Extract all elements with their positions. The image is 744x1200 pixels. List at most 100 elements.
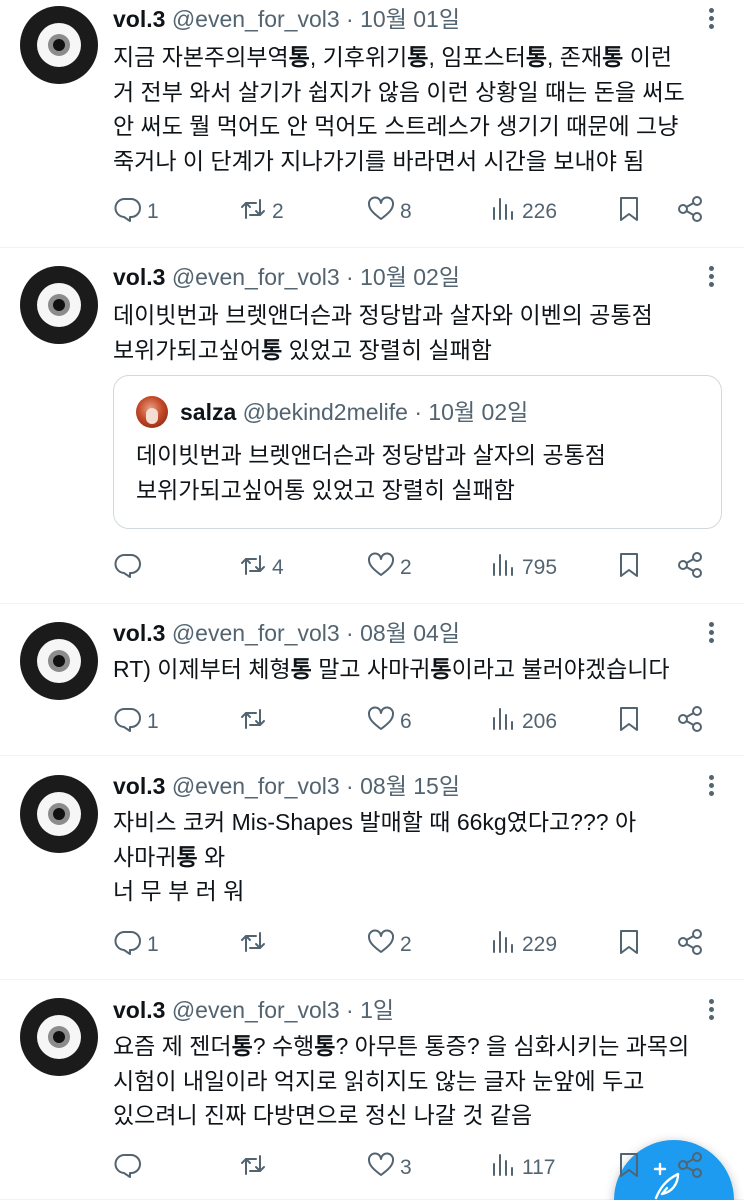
share-button[interactable]: [675, 1151, 705, 1185]
author-handle[interactable]: @even_for_vol3: [172, 997, 340, 1023]
reply-icon: [113, 704, 143, 740]
tweet-date[interactable]: 08월 15일: [360, 773, 460, 799]
bookmark-icon: [614, 704, 644, 740]
tweet-text: 지금 자본주의부역통, 기후위기통, 임포스터통, 존재통 이런 거 전부 와서 …: [113, 40, 723, 178]
bookmark-button[interactable]: [614, 705, 644, 739]
reply-icon: [113, 1150, 143, 1186]
views-button[interactable]: 226: [488, 195, 557, 229]
view-count: 206: [522, 710, 558, 733]
bookmark-button[interactable]: [614, 928, 644, 962]
tweet-date[interactable]: 1일: [360, 997, 394, 1023]
eye-avatar[interactable]: [20, 6, 98, 84]
author-name[interactable]: vol.3: [113, 773, 165, 799]
reply-button[interactable]: [113, 1151, 147, 1185]
tweet-date[interactable]: 10월 01일: [360, 6, 460, 32]
bookmark-button[interactable]: [614, 195, 644, 229]
reply-button[interactable]: 1: [113, 195, 159, 229]
quoted-text: 데이빗번과 브렛앤더슨과 정당밥과 살자의 공통점 보위가되고싶어통 있었고 장렬…: [136, 438, 706, 508]
author-handle[interactable]: @even_for_vol3: [172, 773, 340, 799]
views-button[interactable]: 117: [488, 1151, 555, 1185]
bookmark-button[interactable]: [614, 551, 644, 585]
tweet-text-line: 있으려니 진짜 다방면으로 정신 나갈 것 같음: [113, 1098, 723, 1133]
reply-count: 1: [147, 200, 159, 223]
text-segment: 보위가되고싶어: [113, 336, 262, 363]
like-button[interactable]: 6: [366, 705, 412, 739]
reply-button[interactable]: 1: [113, 705, 159, 739]
views-button[interactable]: 795: [488, 551, 557, 585]
author-name[interactable]: vol.3: [113, 264, 165, 290]
author-name[interactable]: vol.3: [113, 997, 165, 1023]
reply-button[interactable]: 1: [113, 928, 159, 962]
text-segment: 있었고 장렬히 실패함: [282, 336, 492, 363]
view-count: 795: [522, 556, 558, 579]
author-name[interactable]: vol.3: [113, 620, 165, 646]
bookmark-icon: [614, 927, 644, 963]
highlight-keyword: 통: [430, 656, 452, 682]
like-button[interactable]: 3: [366, 1151, 412, 1185]
tweet-header: vol.3 @even_for_vol3 · 08월 15일: [113, 771, 460, 801]
retweet-button[interactable]: 2: [238, 195, 284, 229]
eye-avatar[interactable]: [20, 775, 98, 853]
views-button[interactable]: 229: [488, 928, 557, 962]
tweet-date[interactable]: 10월 02일: [360, 264, 460, 290]
like-count: 2: [400, 933, 412, 956]
tweet-actions: 1 6 206: [113, 705, 713, 739]
retweet-button[interactable]: [238, 705, 272, 739]
highlight-keyword: 통: [525, 44, 548, 70]
quoted-tweet[interactable]: salza @bekind2melife · 10월 02일 데이빗번과 브렛앤더…: [113, 375, 722, 529]
tweet-text-line: 데이빗번과 브렛앤더슨과 정당밥과 살자와 이벤의 공통점: [113, 298, 723, 333]
tweet-text-line: 시험이 내일이라 억지로 읽히지도 않는 글자 눈앞에 두고: [113, 1064, 723, 1099]
bookmark-icon: [614, 550, 644, 586]
tweet-header: vol.3 @even_for_vol3 · 1일: [113, 995, 394, 1025]
bookmark-button[interactable]: [614, 1151, 644, 1185]
separator-dot: ·: [346, 773, 354, 799]
like-count: 2: [400, 556, 412, 579]
retweet-icon: [238, 550, 268, 586]
text-segment: 거 전부 와서 살기가 쉽지가 않음 이런 상황일 때는 돈을 써도: [113, 78, 685, 105]
tweet-text-line: RT) 이제부터 체형통 말고 사마귀통이라고 불러야겠습니다: [113, 652, 723, 687]
text-segment: 데이빗번과 브렛앤더슨과 정당밥과 살자와 이벤의 공통점: [113, 302, 653, 328]
retweet-button[interactable]: [238, 928, 272, 962]
share-button[interactable]: [675, 705, 705, 739]
tweet-text-line: 보위가되고싶어통 있었고 장렬히 실패함: [113, 333, 723, 368]
eye-avatar[interactable]: [20, 622, 98, 700]
more-icon[interactable]: [700, 771, 724, 801]
author-handle[interactable]: @even_for_vol3: [172, 620, 340, 646]
eye-avatar[interactable]: [20, 998, 98, 1076]
reply-button[interactable]: [113, 551, 147, 585]
tweet-text: RT) 이제부터 체형통 말고 사마귀통이라고 불러야겠습니다: [113, 652, 723, 687]
eye-avatar[interactable]: [20, 266, 98, 344]
views-icon: [488, 704, 518, 740]
more-icon[interactable]: [700, 4, 724, 34]
retweet-count: 4: [272, 556, 284, 579]
text-segment: 너 무 부 러 워: [113, 878, 245, 904]
share-button[interactable]: [675, 195, 705, 229]
retweet-icon: [238, 194, 268, 230]
retweet-button[interactable]: 4: [238, 551, 284, 585]
retweet-button[interactable]: [238, 1151, 272, 1185]
text-segment: 지금 자본주의부역: [113, 44, 289, 70]
share-button[interactable]: [675, 928, 705, 962]
share-button[interactable]: [675, 551, 705, 585]
more-icon[interactable]: [700, 262, 724, 292]
quoted-date: 10월 02일: [428, 399, 529, 425]
tweet-actions: 1 2 229: [113, 928, 713, 962]
quoted-avatar: [136, 396, 168, 428]
views-icon: [488, 194, 518, 230]
tweet-text: 자비스 코커 Mis-Shapes 발매할 때 66kg였다고??? 아 사마귀통…: [113, 805, 723, 909]
text-segment: ? 수행: [252, 1033, 315, 1059]
author-handle[interactable]: @even_for_vol3: [172, 6, 340, 32]
more-icon[interactable]: [700, 995, 724, 1025]
like-button[interactable]: 8: [366, 195, 412, 229]
author-name[interactable]: vol.3: [113, 6, 165, 32]
more-icon[interactable]: [700, 618, 724, 648]
tweet-date[interactable]: 08월 04일: [360, 620, 460, 646]
text-segment: 사마귀: [113, 843, 177, 870]
reply-icon: [113, 927, 143, 963]
like-button[interactable]: 2: [366, 928, 412, 962]
reply-icon: [113, 194, 143, 230]
bookmark-icon: [614, 194, 644, 230]
like-button[interactable]: 2: [366, 551, 412, 585]
author-handle[interactable]: @even_for_vol3: [172, 264, 340, 290]
views-button[interactable]: 206: [488, 705, 557, 739]
